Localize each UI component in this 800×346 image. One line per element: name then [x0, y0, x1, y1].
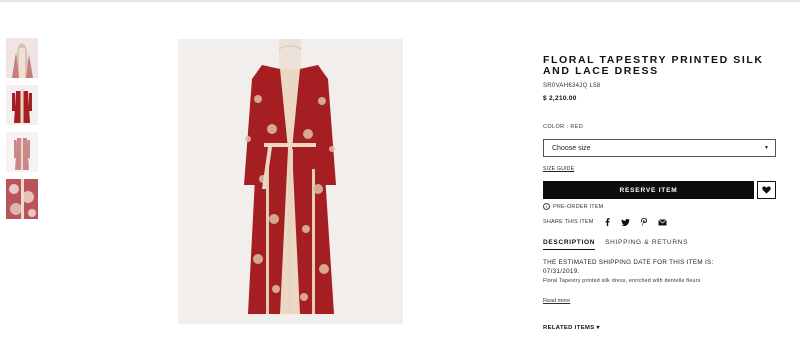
related-items-toggle[interactable]: RELATED ITEMS ▾	[543, 325, 795, 331]
product-title: FLORAL TAPESTRY PRINTED SILK AND LACE DR…	[543, 54, 764, 77]
thumbnail-fabric[interactable]	[6, 179, 38, 219]
wishlist-button[interactable]	[757, 181, 776, 199]
size-select[interactable]: Choose size ▼	[543, 139, 776, 157]
chevron-down-icon: ▼	[764, 145, 769, 151]
pinterest-icon[interactable]	[640, 218, 647, 226]
reserve-item-button[interactable]: RESERVE ITEM	[543, 181, 754, 199]
shipping-date-text: THE ESTIMATED SHIPPING DATE FOR THIS ITE…	[543, 259, 714, 275]
tab-shipping-returns[interactable]: SHIPPING & RETURNS	[605, 239, 688, 250]
purchase-actions: RESERVE ITEM	[543, 181, 795, 199]
thumbnail-detail[interactable]	[6, 38, 38, 78]
top-divider	[0, 0, 800, 2]
product-price: $ 2,210.00	[543, 95, 577, 102]
color-label: COLOR : RED	[543, 124, 584, 130]
share-label: SHARE THIS ITEM	[543, 219, 594, 225]
thumbnail-front[interactable]	[6, 85, 38, 125]
heart-icon	[762, 181, 771, 199]
tab-description[interactable]: DESCRIPTION	[543, 239, 596, 250]
product-main-image[interactable]	[178, 39, 403, 324]
info-tabs: DESCRIPTION SHIPPING & RETURNS	[543, 239, 795, 250]
preorder-label: PRE-ORDER ITEM	[553, 203, 604, 210]
twitter-icon[interactable]	[620, 218, 630, 226]
thumbnail-back[interactable]	[6, 132, 38, 172]
size-guide-link[interactable]: SIZE GUIDE	[543, 166, 574, 172]
product-info: FLORAL TAPESTRY PRINTED SILK AND LACE DR…	[543, 55, 795, 331]
product-sku: SR0VAH634JQ L58	[543, 83, 601, 89]
thumbnail-list	[6, 38, 38, 226]
share-row: SHARE THIS ITEM	[543, 218, 795, 226]
email-icon[interactable]	[657, 218, 667, 226]
facebook-icon[interactable]	[605, 218, 610, 226]
preorder-info: i PRE-ORDER ITEM	[543, 203, 795, 210]
size-select-value: Choose size	[552, 144, 591, 152]
info-icon: i	[543, 203, 550, 210]
read-more-link[interactable]: Read more	[543, 298, 570, 304]
product-description: Floral Tapestry printed silk dress, enri…	[543, 278, 701, 284]
